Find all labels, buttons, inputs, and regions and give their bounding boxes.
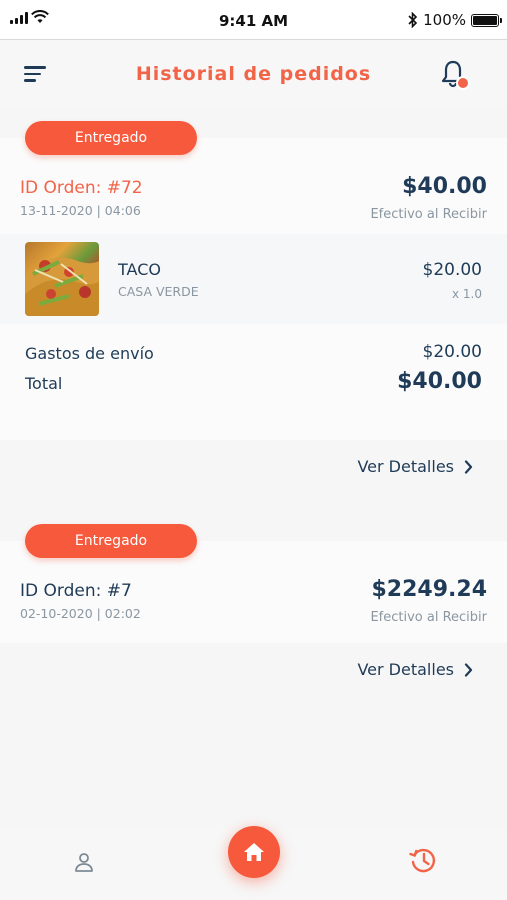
chevron-right-icon xyxy=(464,459,473,474)
status-bar: 9:41 AM 100% xyxy=(0,0,507,40)
payment-method: Efectivo al Recibir xyxy=(370,207,487,222)
view-details-link[interactable]: Ver Detalles xyxy=(357,660,473,679)
total-label: Total xyxy=(25,374,63,393)
app-header: Historial de pedidos xyxy=(0,40,507,110)
history-icon[interactable] xyxy=(408,845,438,875)
order-date: 02-10-2020 | 02:02 xyxy=(20,606,141,621)
notification-button[interactable] xyxy=(440,60,472,94)
total-value: $40.00 xyxy=(397,369,482,394)
order-summary: Gastos de envío $20.00 Total $40.00 xyxy=(0,324,507,440)
bottom-nav xyxy=(0,826,507,900)
payment-method: Efectivo al Recibir xyxy=(370,610,487,625)
order-total: $2249.24 xyxy=(371,577,487,602)
order-item: TACO CASA VERDE $20.00 x 1.0 xyxy=(0,234,507,324)
item-price: $20.00 xyxy=(422,260,482,280)
shipping-value: $20.00 xyxy=(422,342,482,362)
user-icon[interactable] xyxy=(72,850,96,874)
battery-icon xyxy=(471,13,502,27)
home-icon xyxy=(244,843,264,861)
view-details-label: Ver Detalles xyxy=(357,660,454,679)
status-badge: Entregado xyxy=(25,121,197,155)
item-quantity: x 1.0 xyxy=(452,287,482,301)
page-title: Historial de pedidos xyxy=(135,63,372,85)
order-date: 13-11-2020 | 04:06 xyxy=(20,203,141,218)
battery-percent: 100% xyxy=(423,11,466,29)
notification-dot xyxy=(456,76,470,90)
chevron-right-icon xyxy=(464,662,473,677)
view-details-label: Ver Detalles xyxy=(357,457,454,476)
view-details-link[interactable]: Ver Detalles xyxy=(357,457,473,476)
shipping-label: Gastos de envío xyxy=(25,344,154,363)
item-name: TACO xyxy=(118,260,161,279)
bluetooth-icon xyxy=(408,12,418,28)
order-total: $40.00 xyxy=(402,174,487,199)
food-image xyxy=(25,242,99,316)
item-store: CASA VERDE xyxy=(118,284,199,299)
status-badge: Entregado xyxy=(25,524,197,558)
order-id: ID Orden: #7 xyxy=(20,581,132,601)
home-button[interactable] xyxy=(228,826,280,878)
order-id: ID Orden: #72 xyxy=(20,178,143,198)
